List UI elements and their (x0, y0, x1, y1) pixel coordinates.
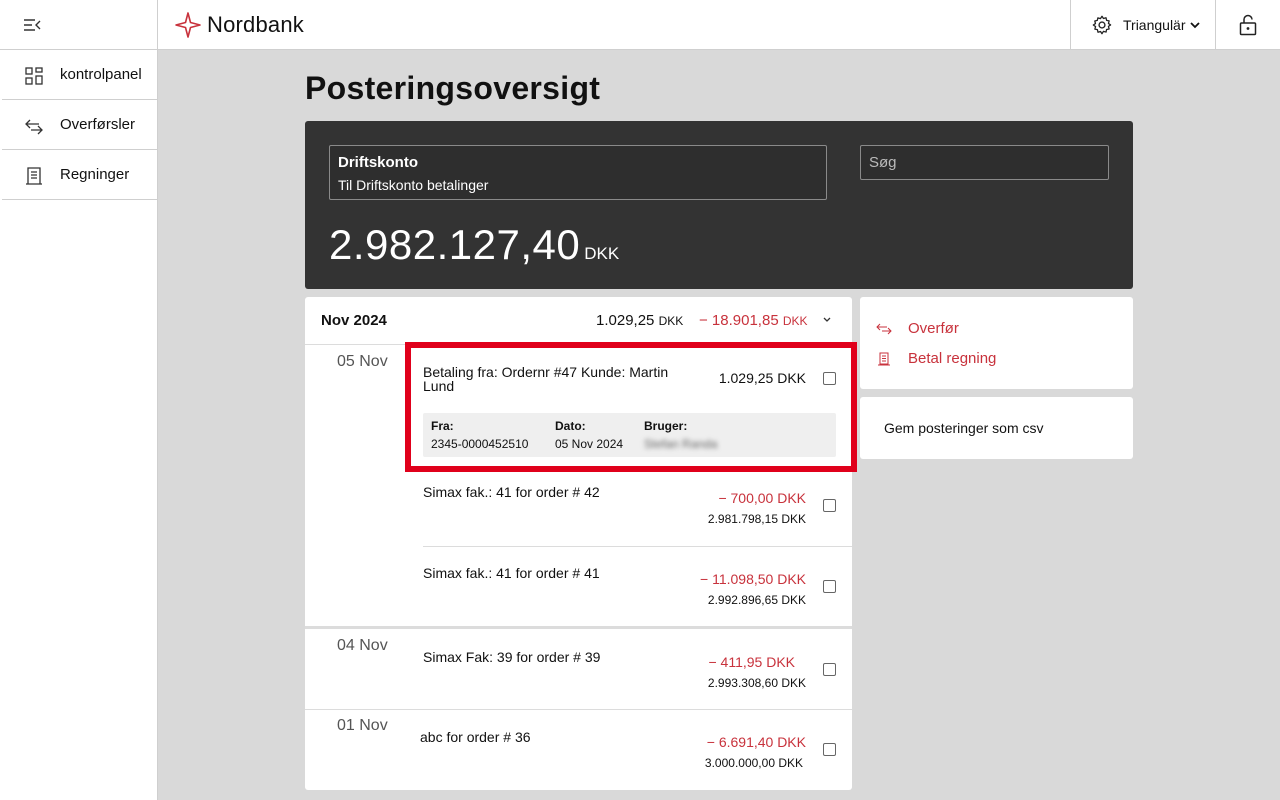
export-csv-label: Gem posteringer som csv (884, 420, 1044, 436)
sidebar-item-label: Regninger (60, 166, 130, 183)
sidebar-item-kontrolpanel[interactable]: kontrolpanel (2, 50, 158, 100)
account-name: Driftskonto (338, 154, 418, 171)
brand-name: Nordbank (207, 12, 304, 37)
transaction-row[interactable]: Simax fak.: 41 for order # 42 − 700,00 D… (305, 473, 852, 545)
transaction-description: Simax fak.: 41 for order # 42 (423, 484, 600, 500)
day-divider (305, 626, 852, 629)
divider (423, 546, 852, 547)
account-balance: 2.982.127,40 DKK (329, 221, 619, 269)
transaction-row[interactable]: Simax fak.: 41 for order # 41 − 11.098,5… (305, 554, 852, 626)
transaction-details: Fra: 2345-0000452510 Dato: 05 Nov 2024 B… (423, 413, 836, 457)
transaction-amount: − 411,95 DKK (708, 654, 795, 670)
menu-collapse-icon (24, 19, 41, 31)
user-menu[interactable]: Triangulär (1070, 0, 1216, 50)
transaction-description: Betaling fra: Ordernr #47 Kunde: Martin … (423, 364, 669, 394)
transaction-checkbox[interactable] (823, 580, 836, 593)
sidebar: kontrolpanel Overførsler Regninger (0, 50, 158, 800)
transaction-checkbox[interactable] (823, 663, 836, 676)
running-balance: 2.993.308,60 DKK (707, 676, 806, 690)
detail-user-value: Stefan Randa (644, 437, 718, 451)
running-balance: 2.981.798,15 DKK (707, 512, 806, 526)
transaction-row[interactable]: abc for order # 36 − 6.691,40 DKK 3.000.… (305, 717, 852, 789)
transaction-row-expanded[interactable]: Betaling fra: Ordernr #47 Kunde: Martin … (305, 345, 852, 465)
month-income: 1.029,25 DKK (596, 312, 684, 329)
transaction-amount: − 700,00 DKK (718, 490, 806, 506)
transaction-amount: − 11.098,50 DKK (700, 571, 806, 587)
transaction-amount: − 6.691,40 DKK (706, 734, 806, 750)
page-title: Posteringsoversigt (305, 70, 601, 106)
lock-icon (1239, 14, 1257, 36)
running-balance: 3.000.000,00 DKK (704, 756, 803, 770)
bill-icon (26, 167, 42, 185)
logout-button[interactable] (1216, 0, 1280, 50)
transfer-icon (25, 119, 43, 135)
top-bar: Nordbank Triangulär (0, 0, 1280, 50)
transfer-label: Overfør (908, 320, 959, 337)
transaction-checkbox[interactable] (823, 743, 836, 756)
pay-bill-action[interactable]: Betal regning (876, 350, 996, 367)
transaction-description: Simax fak.: 41 for order # 41 (423, 565, 600, 581)
detail-date-label: Dato: (555, 419, 586, 433)
user-name: Triangulär (1123, 17, 1186, 33)
month-header[interactable]: Nov 2024 1.029,25 DKK − 18.901,85 DKK (305, 297, 852, 345)
transaction-description: abc for order # 36 (420, 729, 531, 745)
export-csv-button[interactable]: Gem posteringer som csv (860, 397, 1133, 459)
collapse-menu-button[interactable] (0, 0, 158, 50)
transfer-action[interactable]: Overfør (876, 320, 959, 337)
month-expenses: − 18.901,85 DKK (699, 312, 808, 329)
transaction-description: Simax Fak: 39 for order # 39 (423, 649, 601, 665)
search-input[interactable] (860, 145, 1109, 180)
balance-amount: 2.982.127,40 (329, 221, 581, 268)
transaction-checkbox[interactable] (823, 372, 836, 385)
gear-icon (1092, 15, 1112, 35)
transfer-icon (876, 323, 892, 334)
running-balance: 2.992.896,65 DKK (707, 593, 806, 607)
transactions-panel: Nov 2024 1.029,25 DKK − 18.901,85 DKK 05… (305, 297, 852, 790)
transaction-amount: 1.029,25 DKK (718, 370, 806, 386)
sidebar-item-label: Overførsler (60, 116, 135, 133)
actions-panel: Overfør Betal regning (860, 297, 1133, 389)
nordbank-logo[interactable]: Nordbank (175, 12, 304, 38)
month-label: Nov 2024 (321, 312, 387, 329)
balance-currency: DKK (584, 244, 620, 263)
account-description: Til Driftskonto betalinger (338, 177, 489, 193)
day-divider (305, 709, 852, 710)
account-card: Driftskonto Til Driftskonto betalinger 2… (305, 121, 1133, 289)
account-selector[interactable]: Driftskonto Til Driftskonto betalinger (329, 145, 827, 200)
detail-from-label: Fra: (431, 419, 454, 433)
detail-date-value: 05 Nov 2024 (555, 437, 624, 451)
chevron-down-icon (1189, 22, 1200, 29)
chevron-down-icon (823, 317, 831, 322)
detail-user-label: Bruger: (644, 419, 688, 433)
transaction-row[interactable]: Simax Fak: 39 for order # 39 − 411,95 DK… (305, 637, 852, 709)
transaction-checkbox[interactable] (823, 499, 836, 512)
sidebar-item-regninger[interactable]: Regninger (2, 150, 158, 200)
sidebar-item-overforsler[interactable]: Overførsler (2, 100, 158, 150)
detail-from-value: 2345-0000452510 (431, 437, 529, 451)
star-logo-icon (175, 12, 201, 38)
sidebar-item-label: kontrolpanel (60, 66, 142, 83)
bill-icon (878, 352, 890, 365)
pay-bill-label: Betal regning (908, 350, 997, 367)
dashboard-icon (25, 67, 43, 85)
